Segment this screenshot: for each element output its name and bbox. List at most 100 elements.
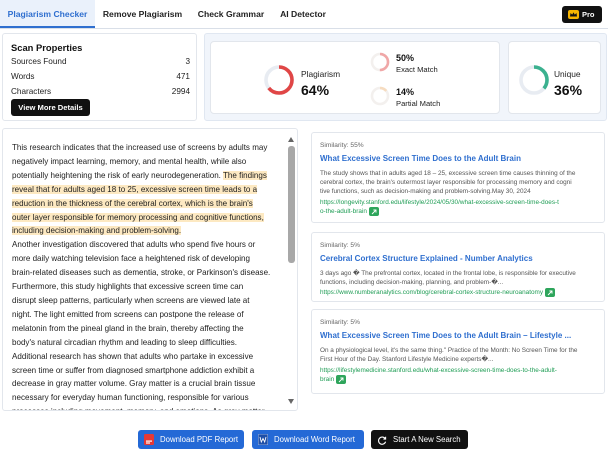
text-line: including decision-making and problem-so… bbox=[12, 224, 284, 238]
text-line: Additional research has shown that adult… bbox=[12, 350, 284, 364]
pro-button[interactable]: Pro bbox=[562, 6, 602, 23]
unique-ring bbox=[519, 65, 549, 95]
scan-row-label: Words bbox=[11, 72, 35, 81]
text-segment: This research indicates that the increas… bbox=[12, 143, 268, 152]
download-pdf-label: Download PDF Report bbox=[160, 435, 239, 444]
highlighted-match: reduction in the thickness of the cerebr… bbox=[12, 198, 253, 208]
exact-match-label: Exact Match bbox=[396, 65, 438, 74]
tab-remove-plagiarism[interactable]: Remove Plagiarism bbox=[95, 0, 190, 28]
exact-match-ring bbox=[370, 52, 390, 72]
highlighted-match: The findings bbox=[223, 170, 267, 180]
scroll-up-arrow-icon[interactable] bbox=[288, 137, 294, 142]
scan-row-words: Words 471 bbox=[11, 72, 190, 81]
tab-ai-detector[interactable]: AI Detector bbox=[272, 0, 334, 28]
scan-row-value: 3 bbox=[185, 57, 190, 66]
highlighted-match: including decision-making and problem-so… bbox=[12, 226, 182, 236]
text-segment: processes including movement, memory, an… bbox=[12, 407, 265, 410]
result-title-link[interactable]: What Excessive Screen Time Does to the A… bbox=[320, 154, 600, 163]
result-similarity: Similarity: 5% bbox=[320, 242, 360, 249]
result-description: 3 days ago � The prefrontal cortex, loca… bbox=[320, 269, 600, 287]
plagiarism-value: 64% bbox=[301, 82, 330, 98]
result-description-line: First Hour of the Day. Stanford Lifestyl… bbox=[320, 356, 494, 364]
result-description-line: cerebral cortex, the brain's outermost l… bbox=[320, 179, 572, 187]
text-line: Furthermore, this study highlights that … bbox=[12, 280, 284, 294]
text-line: brain-related diseases such as dementia,… bbox=[12, 266, 284, 280]
checked-text: This research indicates that the increas… bbox=[12, 141, 284, 410]
text-segment: more daily watching television face a he… bbox=[12, 254, 250, 264]
unique-value: 36% bbox=[554, 82, 583, 98]
scan-properties-panel: Scan Properties Sources Found 3 Words 47… bbox=[2, 33, 197, 121]
text-segment: negatively impact learning, memory, and … bbox=[12, 156, 247, 166]
exact-match-value: 50% bbox=[396, 53, 415, 63]
text-segment: Furthermore, this study highlights that … bbox=[12, 282, 244, 292]
scan-row-label: Sources Found bbox=[11, 57, 67, 66]
result-similarity: Similarity: 55% bbox=[320, 142, 364, 149]
text-line: more daily watching television face a he… bbox=[12, 252, 284, 266]
pdf-file-icon bbox=[144, 434, 154, 445]
result-url-link[interactable]: https://longevity.stanford.edu/lifestyle… bbox=[320, 198, 602, 217]
text-segment: necessary for everyday human functioning… bbox=[12, 393, 249, 403]
scan-properties-title: Scan Properties bbox=[11, 42, 83, 53]
result-card: Similarity: 5% What Excessive Screen Tim… bbox=[311, 309, 605, 394]
tabs-divider bbox=[0, 28, 608, 29]
result-url-link[interactable]: https://www.numberanalytics.com/blog/cer… bbox=[320, 288, 602, 298]
text-segment: disrupt sleep patterns, particularly whe… bbox=[12, 295, 250, 305]
text-line: melatonin from the pineal gland in the b… bbox=[12, 322, 284, 336]
start-new-search-label: Start A New Search bbox=[393, 435, 461, 444]
result-url-line: brain bbox=[320, 375, 602, 385]
result-url-link[interactable]: https://lifestylemedicine.stanford.edu/w… bbox=[320, 366, 602, 385]
text-line: disrupt sleep patterns, particularly whe… bbox=[12, 294, 284, 308]
text-segment: body's natural circadian rhythm and lead… bbox=[12, 337, 238, 347]
download-pdf-report-button[interactable]: Download PDF Report bbox=[138, 430, 244, 449]
external-link-icon[interactable] bbox=[368, 207, 379, 217]
text-line: night. The light emitted from screens ca… bbox=[12, 308, 284, 322]
text-line: outer layer responsible for memory proce… bbox=[12, 211, 284, 225]
text-segment: potentially heightening the risk of earl… bbox=[12, 170, 224, 180]
text-line: screen time or suffer from diagnosed sma… bbox=[12, 364, 284, 378]
scroll-thumb[interactable] bbox=[288, 146, 295, 263]
pro-label: Pro bbox=[582, 10, 595, 19]
text-line: potentially heightening the risk of earl… bbox=[12, 169, 284, 183]
result-card: Similarity: 5% Cerebral Cortex Structure… bbox=[311, 232, 605, 302]
text-segment: night. The light emitted from screens ca… bbox=[12, 309, 244, 319]
text-line: Another investigation discovered that ad… bbox=[12, 238, 284, 252]
plagiarism-ring bbox=[264, 65, 294, 95]
scroll-down-arrow-icon[interactable] bbox=[288, 399, 294, 404]
text-line: negatively impact learning, memory, and … bbox=[12, 155, 284, 169]
result-url-text: brain bbox=[320, 376, 335, 384]
result-description-line: functions, including decision-making, pl… bbox=[320, 279, 504, 287]
plagiarism-stat-card: Plagiarism 64% 50% Exact Match 14% Parti… bbox=[210, 41, 500, 114]
text-segment: melatonin from the pineal gland in the b… bbox=[12, 323, 244, 333]
external-link-icon[interactable] bbox=[336, 375, 347, 385]
tab-plagiarism-checker[interactable]: Plagiarism Checker bbox=[0, 0, 95, 28]
text-segment: decrease in gray matter volume. Gray mat… bbox=[12, 379, 256, 389]
top-tabs: Plagiarism Checker Remove Plagiarism Che… bbox=[0, 0, 608, 28]
scan-row-label: Characters bbox=[11, 87, 52, 96]
text-scrollbar[interactable] bbox=[287, 133, 296, 408]
text-segment: Additional research has shown that adult… bbox=[12, 351, 254, 361]
text-segment: Another investigation discovered that ad… bbox=[12, 240, 256, 250]
text-line: This research indicates that the increas… bbox=[12, 141, 284, 155]
result-url-line: https://www.numberanalytics.com/blog/cer… bbox=[320, 288, 602, 298]
text-line: reduction in the thickness of the cerebr… bbox=[12, 197, 284, 211]
external-link-icon[interactable] bbox=[545, 288, 556, 297]
result-url-line: https://longevity.stanford.edu/lifestyle… bbox=[320, 199, 559, 206]
result-title-link[interactable]: Cerebral Cortex Structure Explained - Nu… bbox=[320, 254, 600, 263]
highlighted-match: outer layer responsible for memory proce… bbox=[12, 212, 264, 222]
text-line: body's natural circadian rhythm and lead… bbox=[12, 336, 284, 350]
start-new-search-button[interactable]: Start A New Search bbox=[371, 430, 468, 449]
result-card: Similarity: 55% What Excessive Screen Ti… bbox=[311, 132, 605, 223]
text-line: decrease in gray matter volume. Gray mat… bbox=[12, 377, 284, 391]
result-title-link[interactable]: What Excessive Screen Time Does to the A… bbox=[320, 331, 600, 340]
checked-text-panel[interactable]: This research indicates that the increas… bbox=[2, 128, 298, 411]
text-line: processes including movement, memory, an… bbox=[12, 405, 284, 410]
text-segment: screen time or suffer from diagnosed sma… bbox=[12, 365, 255, 375]
result-url-line: o-the-adult-brain bbox=[320, 207, 602, 217]
scan-row-value: 2994 bbox=[171, 87, 190, 96]
download-word-report-button[interactable]: Download Word Report bbox=[252, 430, 364, 449]
download-word-label: Download Word Report bbox=[274, 435, 355, 444]
tab-check-grammar[interactable]: Check Grammar bbox=[190, 0, 272, 28]
stats-panel: Plagiarism 64% 50% Exact Match 14% Parti… bbox=[204, 33, 607, 121]
result-url-text: o-the-adult-brain bbox=[320, 208, 367, 216]
view-more-details-button[interactable]: View More Details bbox=[11, 99, 90, 116]
